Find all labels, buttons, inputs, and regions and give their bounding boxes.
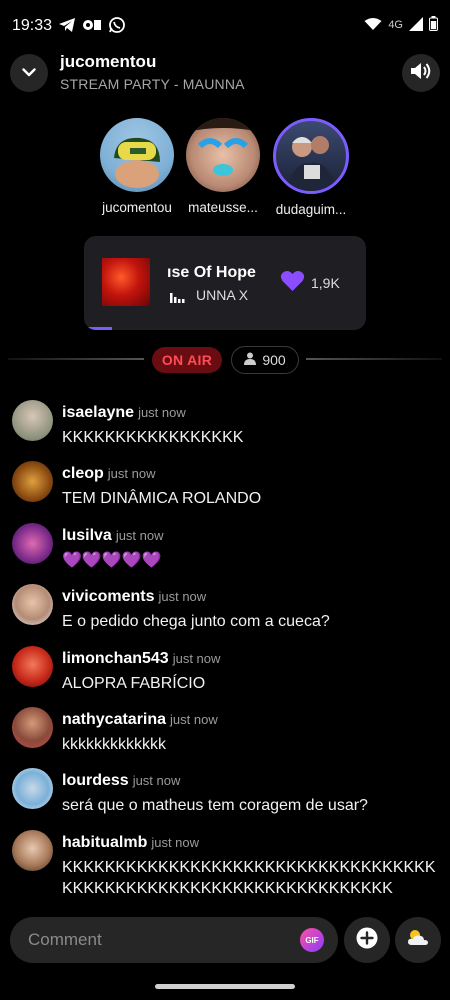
chat-message: lusilva just now 💜💜💜💜💜 bbox=[0, 521, 450, 582]
battery-icon bbox=[429, 16, 438, 34]
speaker-icon bbox=[410, 61, 432, 86]
avatar[interactable] bbox=[12, 829, 53, 871]
chat-message: limonchan543 just now ALOPRA FABRÍCIO bbox=[0, 644, 450, 705]
network-type: 4G bbox=[388, 19, 403, 31]
on-air-badge: ON AIR bbox=[152, 347, 222, 373]
chat-list: isaelayne just now KKKKKKKKKKKKKKKKK cleo… bbox=[0, 398, 450, 908]
chat-message: nathycatarina just now kkkkkkkkkkkkk bbox=[0, 705, 450, 766]
equalizer-icon bbox=[170, 290, 186, 308]
divider bbox=[306, 358, 442, 360]
chat-text: 💜💜💜💜💜 bbox=[62, 551, 162, 569]
host-item[interactable]: dudaguim... bbox=[266, 118, 356, 217]
status-time: 19:33 bbox=[12, 17, 53, 34]
avatar[interactable] bbox=[12, 645, 53, 687]
divider bbox=[8, 358, 144, 360]
album-cover bbox=[102, 258, 150, 306]
chat-text: E o pedido chega junto com a cueca? bbox=[62, 613, 330, 631]
avatar bbox=[273, 118, 349, 194]
avatar[interactable] bbox=[12, 768, 53, 810]
chat-timestamp: just now bbox=[132, 773, 181, 789]
chat-text: será que o matheus tem coragem de usar? bbox=[62, 797, 368, 815]
host-list: jucomentou mateusse... dudaguim... bbox=[0, 118, 450, 228]
avatar[interactable] bbox=[12, 400, 53, 441]
chat-timestamp: just now bbox=[107, 466, 156, 482]
chat-timestamp: just now bbox=[170, 711, 218, 727]
heart-icon bbox=[280, 271, 305, 296]
chat-text: ALOPRA FABRÍCIO bbox=[62, 674, 206, 692]
chat-username[interactable]: nathycatarina bbox=[62, 711, 166, 728]
track-artist: UNNA X bbox=[196, 287, 249, 303]
telegram-icon bbox=[58, 17, 76, 38]
signal-icon bbox=[409, 16, 423, 34]
sun-cloud-icon bbox=[406, 927, 430, 953]
party-header: jucomentou STREAM PARTY - MAUNNA bbox=[0, 52, 450, 98]
gif-button[interactable]: GIF bbox=[300, 928, 324, 952]
chat-message: vivicoments just now E o pedido chega jun… bbox=[0, 582, 450, 643]
avatar bbox=[186, 118, 260, 192]
host-name: jucomentou bbox=[102, 200, 172, 215]
chevron-down-icon bbox=[22, 64, 36, 82]
chat-message: cleop just now TEM DINÂMICA ROLANDO bbox=[0, 459, 450, 520]
like-button[interactable] bbox=[280, 270, 305, 297]
avatar bbox=[100, 118, 174, 192]
volume-button[interactable] bbox=[402, 54, 440, 92]
viewer-count-badge[interactable]: 900 bbox=[231, 346, 299, 374]
chat-username[interactable]: lusilva bbox=[62, 527, 112, 544]
reaction-button[interactable] bbox=[395, 917, 441, 963]
chat-username[interactable]: cleop bbox=[62, 465, 104, 482]
host-name: dudaguim... bbox=[275, 202, 347, 217]
on-app-icon bbox=[82, 18, 102, 37]
host-item[interactable]: mateusse... bbox=[178, 118, 268, 215]
chat-timestamp: just now bbox=[172, 650, 221, 666]
add-button[interactable] bbox=[344, 917, 390, 963]
viewer-count: 900 bbox=[262, 352, 286, 368]
chat-text: KKKKKKKKKKKKKKKKKKKKKKKKKKKKKKKKKKKKKKKK… bbox=[62, 858, 436, 897]
chat-text: kkkkkkkkkkkkk bbox=[62, 735, 166, 753]
comment-placeholder: Comment bbox=[28, 930, 102, 949]
avatar[interactable] bbox=[12, 522, 53, 564]
comment-input[interactable]: Comment GIF bbox=[10, 917, 338, 963]
chat-username[interactable]: limonchan543 bbox=[62, 650, 169, 667]
chat-message: habitualmb just now KKKKKKKKKKKKKKKKKKKKK… bbox=[0, 828, 450, 908]
track-progress-bar bbox=[84, 327, 113, 330]
chat-timestamp: just now bbox=[115, 527, 164, 543]
chat-timestamp: just now bbox=[158, 589, 207, 605]
home-indicator bbox=[155, 984, 295, 989]
chat-username[interactable]: habitualmb bbox=[62, 834, 147, 851]
chat-username[interactable]: vivicoments bbox=[62, 588, 154, 605]
plus-icon bbox=[356, 927, 378, 954]
avatar[interactable] bbox=[12, 706, 53, 748]
collapse-button[interactable] bbox=[10, 54, 48, 92]
chat-message: lourdess just now será que o matheus tem … bbox=[0, 766, 450, 827]
chat-text: KKKKKKKKKKKKKKKKK bbox=[62, 429, 244, 446]
avatar[interactable] bbox=[12, 461, 53, 503]
host-item[interactable]: jucomentou bbox=[92, 118, 182, 215]
track-title: ıse Of Hope bbox=[167, 264, 256, 281]
status-bar: 19:33 4G bbox=[0, 0, 450, 52]
now-playing-card[interactable]: ıse Of Hope UNNA X 1,9K bbox=[84, 236, 366, 330]
party-title: jucomentou bbox=[60, 52, 157, 71]
person-icon bbox=[244, 352, 257, 368]
chat-username[interactable]: isaelayne bbox=[62, 404, 134, 421]
wifi-icon bbox=[364, 17, 382, 34]
chat-timestamp: just now bbox=[151, 834, 200, 850]
whatsapp-icon bbox=[108, 16, 126, 39]
chat-text: TEM DINÂMICA ROLANDO bbox=[62, 490, 262, 508]
host-name: mateusse... bbox=[188, 200, 258, 215]
chat-timestamp: just now bbox=[138, 405, 186, 420]
avatar[interactable] bbox=[12, 584, 53, 626]
party-subtitle: STREAM PARTY - MAUNNA bbox=[60, 76, 245, 92]
chat-username[interactable]: lourdess bbox=[62, 772, 129, 789]
chat-message: isaelayne just now KKKKKKKKKKKKKKKKK bbox=[0, 398, 450, 459]
like-count: 1,9K bbox=[311, 275, 340, 291]
